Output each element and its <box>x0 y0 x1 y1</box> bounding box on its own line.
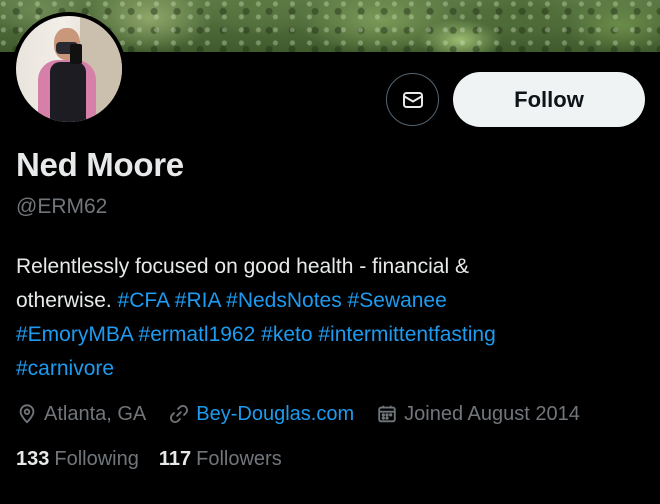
following-stat[interactable]: 133 Following <box>16 448 139 471</box>
link-icon <box>170 404 189 424</box>
profile-meta: Atlanta, GA Bey-Douglas.com Joined Augus… <box>16 400 602 428</box>
profile-header: Follow Ned Moore @ERM62 Relentlessly foc… <box>0 0 660 504</box>
hashtag-link[interactable]: #Sewanee <box>348 289 447 312</box>
joined-item: Joined August 2014 <box>376 403 580 426</box>
hashtag-link[interactable]: #EmoryMBA <box>16 323 133 346</box>
hashtag-link[interactable]: #NedsNotes <box>226 289 342 312</box>
mail-icon <box>402 91 423 108</box>
profile-handle: @ERM62 <box>16 195 108 218</box>
website-item[interactable]: Bey-Douglas.com <box>168 403 354 426</box>
bio-text: Relentlessly focused on good health - fi… <box>16 255 469 278</box>
hashtag-link[interactable]: #keto <box>261 323 312 346</box>
profile-bio: Relentlessly focused on good health - fi… <box>16 250 646 386</box>
following-count: 133 <box>16 448 50 470</box>
followers-count: 117 <box>158 448 192 470</box>
message-button[interactable] <box>386 73 439 126</box>
location-item: Atlanta, GA <box>16 403 146 426</box>
location-pin-icon <box>19 404 35 424</box>
website-link[interactable]: Bey-Douglas.com <box>196 403 354 426</box>
profile-avatar[interactable] <box>12 12 126 126</box>
hashtag-link[interactable]: #ermatl1962 <box>139 323 256 346</box>
followers-stat[interactable]: 117 Followers <box>159 448 282 471</box>
hashtag-link[interactable]: #RIA <box>175 289 221 312</box>
profile-name: Ned Moore <box>16 146 184 183</box>
avatar-photo <box>16 16 122 122</box>
following-label: Following <box>54 448 139 470</box>
follow-stats: 133 Following 117 Followers <box>16 448 302 471</box>
follow-button[interactable]: Follow <box>453 72 645 127</box>
hashtag-link[interactable]: #carnivore <box>16 357 114 380</box>
hashtag-link[interactable]: #CFA <box>118 289 169 312</box>
followers-label: Followers <box>196 448 282 470</box>
calendar-icon <box>378 405 396 423</box>
joined-text: Joined August 2014 <box>404 402 580 425</box>
location-text: Atlanta, GA <box>44 402 147 425</box>
hashtag-link[interactable]: #intermittentfasting <box>318 323 495 346</box>
bio-text: otherwise. <box>16 289 118 312</box>
